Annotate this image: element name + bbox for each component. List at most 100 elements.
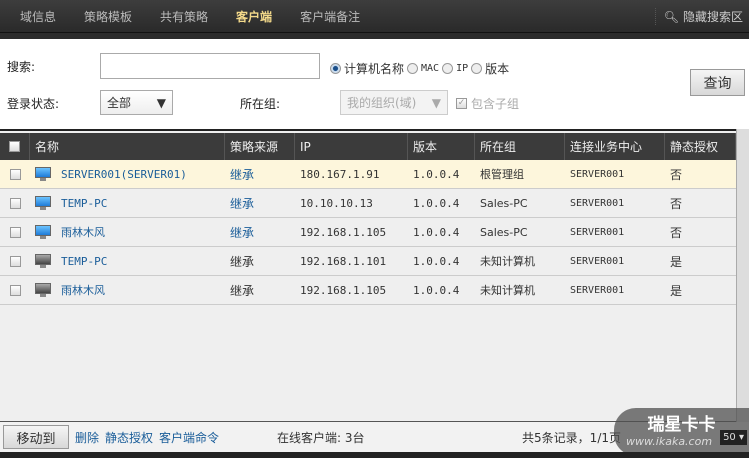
table-scrollbar[interactable] — [736, 129, 749, 422]
radio-ip[interactable] — [442, 63, 454, 74]
group-label: 所在组: — [240, 97, 281, 111]
hide-search-label: 隐藏搜索区 — [682, 10, 743, 24]
move-to-button[interactable]: 移动到 — [3, 425, 69, 449]
version-cell: 1.0.0.4 — [413, 167, 460, 181]
tab-shared-policy[interactable]: 共有策略 — [160, 8, 208, 25]
client-name-link[interactable]: TEMP-PC — [61, 255, 107, 268]
row-checkbox-cell — [0, 247, 30, 275]
include-subgroups-label: 包含子组 — [471, 97, 520, 111]
radio-mac[interactable] — [407, 63, 419, 74]
computer-offline-icon — [35, 283, 51, 297]
query-button[interactable]: 查询 — [690, 69, 745, 96]
radio-label: 版本 — [485, 62, 510, 76]
static-auth-cell: 是 — [670, 254, 683, 269]
col-version[interactable]: 版本 — [408, 133, 475, 160]
delete-link[interactable]: 删除 — [75, 429, 99, 446]
policy-source: 继承 — [230, 254, 255, 269]
col-name[interactable]: 名称 — [30, 133, 225, 160]
table-row[interactable]: 雨林木风 继承 192.168.1.105 1.0.0.4 未知计算机 SERV… — [0, 276, 736, 305]
tab-domain-info[interactable]: 域信息 — [20, 8, 56, 25]
computer-offline-icon — [35, 254, 51, 268]
row-checkbox-cell — [0, 160, 30, 188]
source-cell: 继承 — [225, 160, 295, 188]
dropdown-arrow-icon: ▼ — [156, 95, 166, 110]
name-cell: TEMP-PC — [30, 189, 225, 217]
static-auth-link[interactable]: 静态授权 — [105, 429, 153, 446]
row-checkbox[interactable] — [9, 168, 21, 180]
ip-cell: 180.167.1.91 — [300, 167, 380, 181]
table-row[interactable]: 雨林木风 继承 192.168.1.105 1.0.0.4 Sales-PC S… — [0, 218, 736, 247]
client-name-link[interactable]: 雨林木风 — [61, 282, 105, 298]
col-static[interactable]: 静态授权 — [665, 133, 736, 160]
version-cell: 1.0.0.4 — [413, 283, 460, 297]
col-group[interactable]: 所在组 — [475, 133, 565, 160]
login-status-select[interactable]: 全部 ▼ — [100, 90, 173, 115]
group-select[interactable]: 我的组织(域) ▼ — [340, 90, 448, 115]
row-checkbox[interactable] — [9, 226, 21, 238]
hide-search-button[interactable]: 🔍︎ 隐藏搜索区 — [654, 8, 743, 25]
policy-source[interactable]: 继承 — [230, 195, 254, 212]
tab-client[interactable]: 客户端 — [236, 8, 272, 25]
select-all-checkbox[interactable] — [9, 141, 20, 152]
center-cell: SERVER001 — [570, 255, 625, 267]
tab-policy-template[interactable]: 策略模板 — [84, 8, 132, 25]
login-status-value: 全部 — [107, 96, 132, 110]
radio-label: MAC — [421, 63, 440, 74]
static-auth-cell: 是 — [670, 283, 683, 298]
client-name-link[interactable]: TEMP-PC — [61, 197, 107, 210]
table-row[interactable]: TEMP-PC 继承 10.10.10.13 1.0.0.4 Sales-PC … — [0, 189, 736, 218]
center-cell: SERVER001 — [570, 284, 625, 296]
row-checkbox[interactable] — [9, 255, 21, 267]
computer-online-icon — [35, 167, 51, 181]
group-cell: Sales-PC — [480, 225, 528, 239]
policy-source[interactable]: 继承 — [230, 166, 254, 183]
include-subgroups[interactable]: ✓ 包含子组 — [456, 95, 519, 112]
name-cell: 雨林木风 — [30, 276, 225, 304]
radio-label: 计算机名称 — [344, 62, 405, 76]
page-size-select[interactable]: 50 ▾ — [720, 430, 747, 445]
center-cell: SERVER001 — [570, 197, 625, 209]
radio-computer-name[interactable] — [330, 63, 341, 74]
group-cell: 未知计算机 — [480, 284, 535, 297]
ip-cell: 192.168.1.105 — [300, 283, 387, 297]
col-source[interactable]: 策略来源 — [225, 133, 295, 160]
static-auth-cell: 否 — [670, 225, 683, 240]
client-name-link[interactable]: 雨林木风 — [61, 224, 105, 240]
name-cell: SERVER001(SERVER01) — [30, 160, 225, 188]
policy-source[interactable]: 继承 — [230, 224, 254, 241]
nav-divider — [0, 32, 749, 39]
radio-label: IP — [456, 63, 469, 74]
client-table: 名称 策略来源 IP 版本 所在组 连接业务中心 静态授权 SERVER001(… — [0, 129, 749, 422]
center-cell: SERVER001 — [570, 226, 625, 238]
tab-client-notes[interactable]: 客户端备注 — [300, 8, 360, 25]
dropdown-arrow-icon: ▼ — [431, 95, 441, 110]
radio-version[interactable] — [471, 63, 483, 74]
ip-cell: 10.10.10.13 — [300, 196, 373, 210]
client-command-link[interactable]: 客户端命令 — [159, 429, 219, 446]
col-ip[interactable]: IP — [295, 133, 408, 160]
source-cell: 继承 — [225, 189, 295, 217]
search-label: 搜索: — [7, 60, 36, 74]
group-cell: 未知计算机 — [480, 255, 535, 268]
search-input[interactable] — [100, 53, 320, 79]
table-header: 名称 策略来源 IP 版本 所在组 连接业务中心 静态授权 — [0, 133, 736, 160]
include-subgroups-checkbox[interactable]: ✓ — [456, 98, 467, 109]
client-name-link[interactable]: SERVER001(SERVER01) — [61, 168, 187, 181]
table-row[interactable]: SERVER001(SERVER01) 继承 180.167.1.91 1.0.… — [0, 160, 736, 189]
record-count: 共5条记录，1/1页 — [522, 430, 621, 445]
table-row[interactable]: TEMP-PC 继承 192.168.1.101 1.0.0.4 未知计算机 S… — [0, 247, 736, 276]
row-checkbox-cell — [0, 189, 30, 217]
version-cell: 1.0.0.4 — [413, 254, 460, 268]
policy-source: 继承 — [230, 283, 255, 298]
col-center[interactable]: 连接业务中心 — [565, 133, 665, 160]
top-nav: 域信息 策略模板 共有策略 客户端 客户端备注 🔍︎ 隐藏搜索区 — [0, 0, 749, 32]
row-checkbox-cell — [0, 218, 30, 246]
online-count: 在线客户端: 3台 — [277, 430, 365, 445]
page-size-value: 50 — [723, 432, 736, 443]
version-cell: 1.0.0.4 — [413, 225, 460, 239]
row-checkbox[interactable] — [9, 197, 21, 209]
row-checkbox-cell — [0, 276, 30, 304]
name-cell: TEMP-PC — [30, 247, 225, 275]
row-checkbox[interactable] — [9, 284, 21, 296]
group-cell: 根管理组 — [480, 168, 524, 181]
